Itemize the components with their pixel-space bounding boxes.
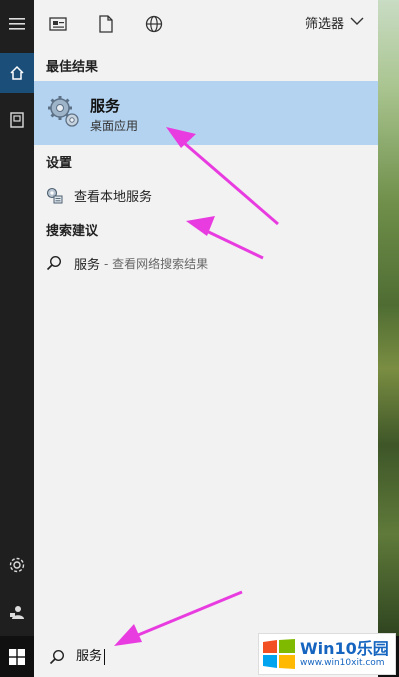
search-results-panel: 筛选器 最佳结果 服务 桌面应用 设置 查看本地服务 搜索建议 服务 - 查看网… — [34, 0, 378, 636]
best-result-title: 服务 — [90, 97, 121, 115]
suggestion-label: 服务 — [74, 257, 101, 273]
watermark-logo: Win10乐园 www.win10xit.com — [258, 633, 396, 675]
notebook-icon[interactable] — [0, 100, 34, 140]
settings-gear-icon[interactable] — [0, 545, 34, 585]
suggestion-hint: - 查看网络搜索结果 — [104, 256, 209, 271]
home-icon[interactable] — [0, 53, 34, 93]
filter-dropdown[interactable]: 筛选器 — [305, 13, 364, 32]
search-icon — [45, 254, 63, 272]
file-icon[interactable] — [96, 14, 116, 34]
search-toolbar: 筛选器 — [34, 0, 378, 48]
filter-label: 筛选器 — [304, 17, 344, 32]
hamburger-menu-icon[interactable] — [0, 4, 34, 44]
watermark-title: Win10乐园 — [300, 639, 389, 658]
section-suggestions: 搜索建议 — [46, 224, 99, 239]
section-best-match: 最佳结果 — [46, 60, 99, 75]
globe-icon[interactable] — [144, 14, 164, 34]
section-settings: 设置 — [46, 156, 73, 171]
services-gears-icon — [46, 94, 82, 130]
feedback-person-icon[interactable] — [0, 592, 34, 632]
settings-result-item[interactable]: 查看本地服务 — [34, 180, 378, 210]
search-icon — [48, 648, 66, 666]
win10-logo-icon — [262, 639, 296, 669]
search-input[interactable]: 服务 — [76, 648, 106, 665]
suggestion-result-item[interactable]: 服务 - 查看网络搜索结果 — [34, 248, 378, 278]
best-result-item[interactable]: 服务 桌面应用 — [34, 81, 378, 145]
desktop-wallpaper — [378, 0, 399, 636]
start-rail — [0, 0, 34, 677]
windows-start-icon[interactable] — [0, 636, 34, 677]
best-result-subtitle: 桌面应用 — [90, 119, 139, 133]
watermark-url: www.win10xit.com — [300, 658, 385, 668]
chevron-down-icon — [350, 15, 364, 30]
settings-result-label: 查看本地服务 — [74, 189, 153, 205]
settings-services-icon — [45, 186, 63, 204]
document-list-icon[interactable] — [48, 14, 68, 34]
